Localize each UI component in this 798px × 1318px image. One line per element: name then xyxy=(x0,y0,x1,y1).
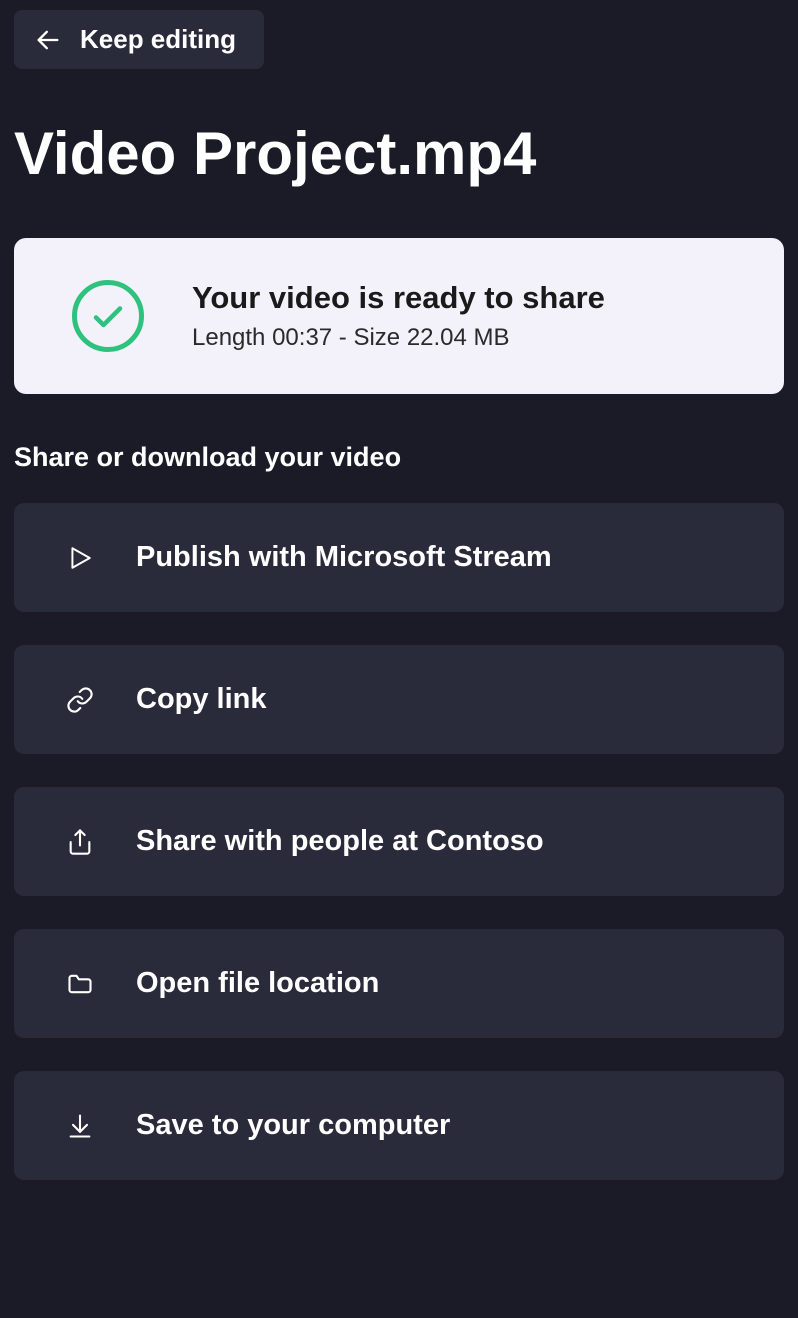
keep-editing-button[interactable]: Keep editing xyxy=(14,10,264,69)
status-card: Your video is ready to share Length 00:3… xyxy=(14,238,784,394)
download-icon xyxy=(66,1112,94,1140)
folder-icon xyxy=(66,970,94,998)
checkmark-icon xyxy=(72,280,144,352)
back-button-label: Keep editing xyxy=(80,24,236,55)
page-title: Video Project.mp4 xyxy=(14,119,784,188)
action-list: Publish with Microsoft Stream Copy link … xyxy=(14,503,784,1180)
save-computer-button[interactable]: Save to your computer xyxy=(14,1071,784,1180)
play-icon xyxy=(66,544,94,572)
share-icon xyxy=(66,828,94,856)
action-label: Share with people at Contoso xyxy=(136,825,544,858)
action-label: Save to your computer xyxy=(136,1109,450,1142)
section-heading: Share or download your video xyxy=(14,442,784,473)
status-text: Your video is ready to share Length 00:3… xyxy=(192,280,605,352)
open-file-location-button[interactable]: Open file location xyxy=(14,929,784,1038)
status-title: Your video is ready to share xyxy=(192,280,605,316)
copy-link-button[interactable]: Copy link xyxy=(14,645,784,754)
publish-stream-button[interactable]: Publish with Microsoft Stream xyxy=(14,503,784,612)
status-details: Length 00:37 - Size 22.04 MB xyxy=(192,324,605,352)
action-label: Publish with Microsoft Stream xyxy=(136,541,552,574)
arrow-left-icon xyxy=(34,26,62,54)
action-label: Open file location xyxy=(136,967,379,1000)
action-label: Copy link xyxy=(136,683,267,716)
share-people-button[interactable]: Share with people at Contoso xyxy=(14,787,784,896)
link-icon xyxy=(66,686,94,714)
